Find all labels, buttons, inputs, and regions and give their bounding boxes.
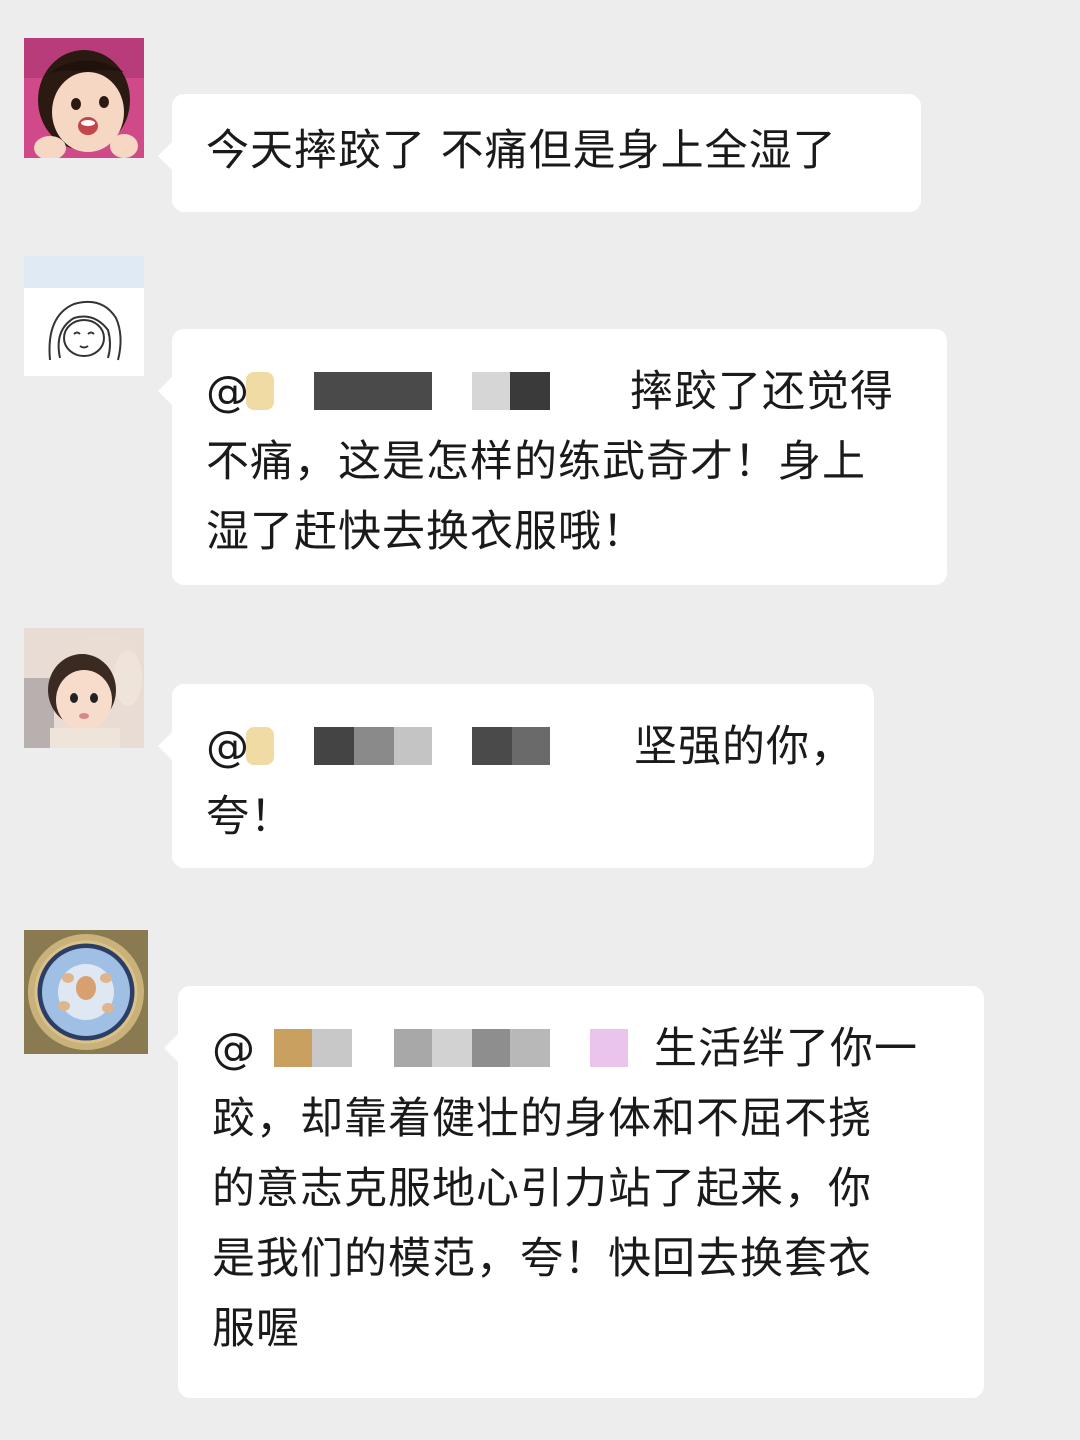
message-bubble[interactable]: 今天摔跤了 不痛但是身上全湿了: [158, 94, 921, 212]
message-text-line: 今天摔跤了 不痛但是身上全湿了: [206, 126, 837, 176]
mention-username-blur: [354, 727, 394, 765]
mention-username-blur: [472, 727, 512, 765]
mention-line: @ 生活绊了你一: [212, 1014, 984, 1084]
girl-avatar[interactable]: [24, 38, 144, 158]
ceiling-avatar[interactable]: [24, 930, 148, 1054]
baby-avatar[interactable]: [24, 628, 144, 748]
mention-username-blur: [394, 1029, 432, 1067]
message-bubble[interactable]: @ 摔跤了还觉得 不痛，这是怎样的练武奇才！身上 湿了赶快去换衣服哦！: [158, 329, 947, 585]
mention-username-blur: [590, 1029, 628, 1067]
mention-username-blur: [314, 372, 432, 410]
mention-username-blur: [314, 727, 354, 765]
mention-username-blur: [274, 1029, 312, 1067]
message-bubble[interactable]: @ 生活绊了你一 跤，却靠着健壮的身体和不屈不挠 的意志克服地心引力站了起来，你…: [164, 986, 984, 1398]
mention-username-blur: [312, 1029, 352, 1067]
mention-at-sign: @: [206, 367, 250, 417]
mention-at-sign: @: [206, 722, 250, 772]
mention-username-blur: [472, 372, 510, 410]
message-text-line: 的意志克服地心引力站了起来，你: [212, 1164, 872, 1214]
mention-username-blur: [510, 1029, 550, 1067]
mention-line: @ 摔跤了还觉得: [206, 357, 947, 427]
message-text-line: 生活绊了你一: [654, 1024, 918, 1074]
message-text-line: 湿了赶快去换衣服哦！: [206, 507, 646, 557]
mention-username-blur: [510, 372, 550, 410]
mention-username-blur: [394, 727, 432, 765]
message-text-line: 跤，却靠着健壮的身体和不屈不挠: [212, 1094, 872, 1144]
mention-username-blur: [246, 727, 274, 765]
message-text-line: 服喔: [212, 1304, 300, 1354]
mention-line: @ 坚强的你，: [206, 712, 874, 782]
message-text-line: 不痛，这是怎样的练武奇才！身上: [206, 437, 866, 487]
message-text-line: 是我们的模范，夸！快回去换套衣: [212, 1234, 872, 1284]
mention-username-blur: [512, 727, 550, 765]
mention-at-sign: @: [212, 1024, 256, 1074]
mention-username-blur: [246, 372, 274, 410]
mention-username-blur: [432, 1029, 472, 1067]
sketch-avatar[interactable]: [24, 256, 144, 376]
message-text-line: 摔跤了还觉得: [630, 367, 894, 417]
mention-username-blur: [472, 1029, 510, 1067]
message-text-line: 夸！: [206, 792, 294, 842]
message-text-line: 坚强的你，: [634, 722, 854, 772]
message-bubble[interactable]: @ 坚强的你， 夸！: [158, 684, 874, 868]
